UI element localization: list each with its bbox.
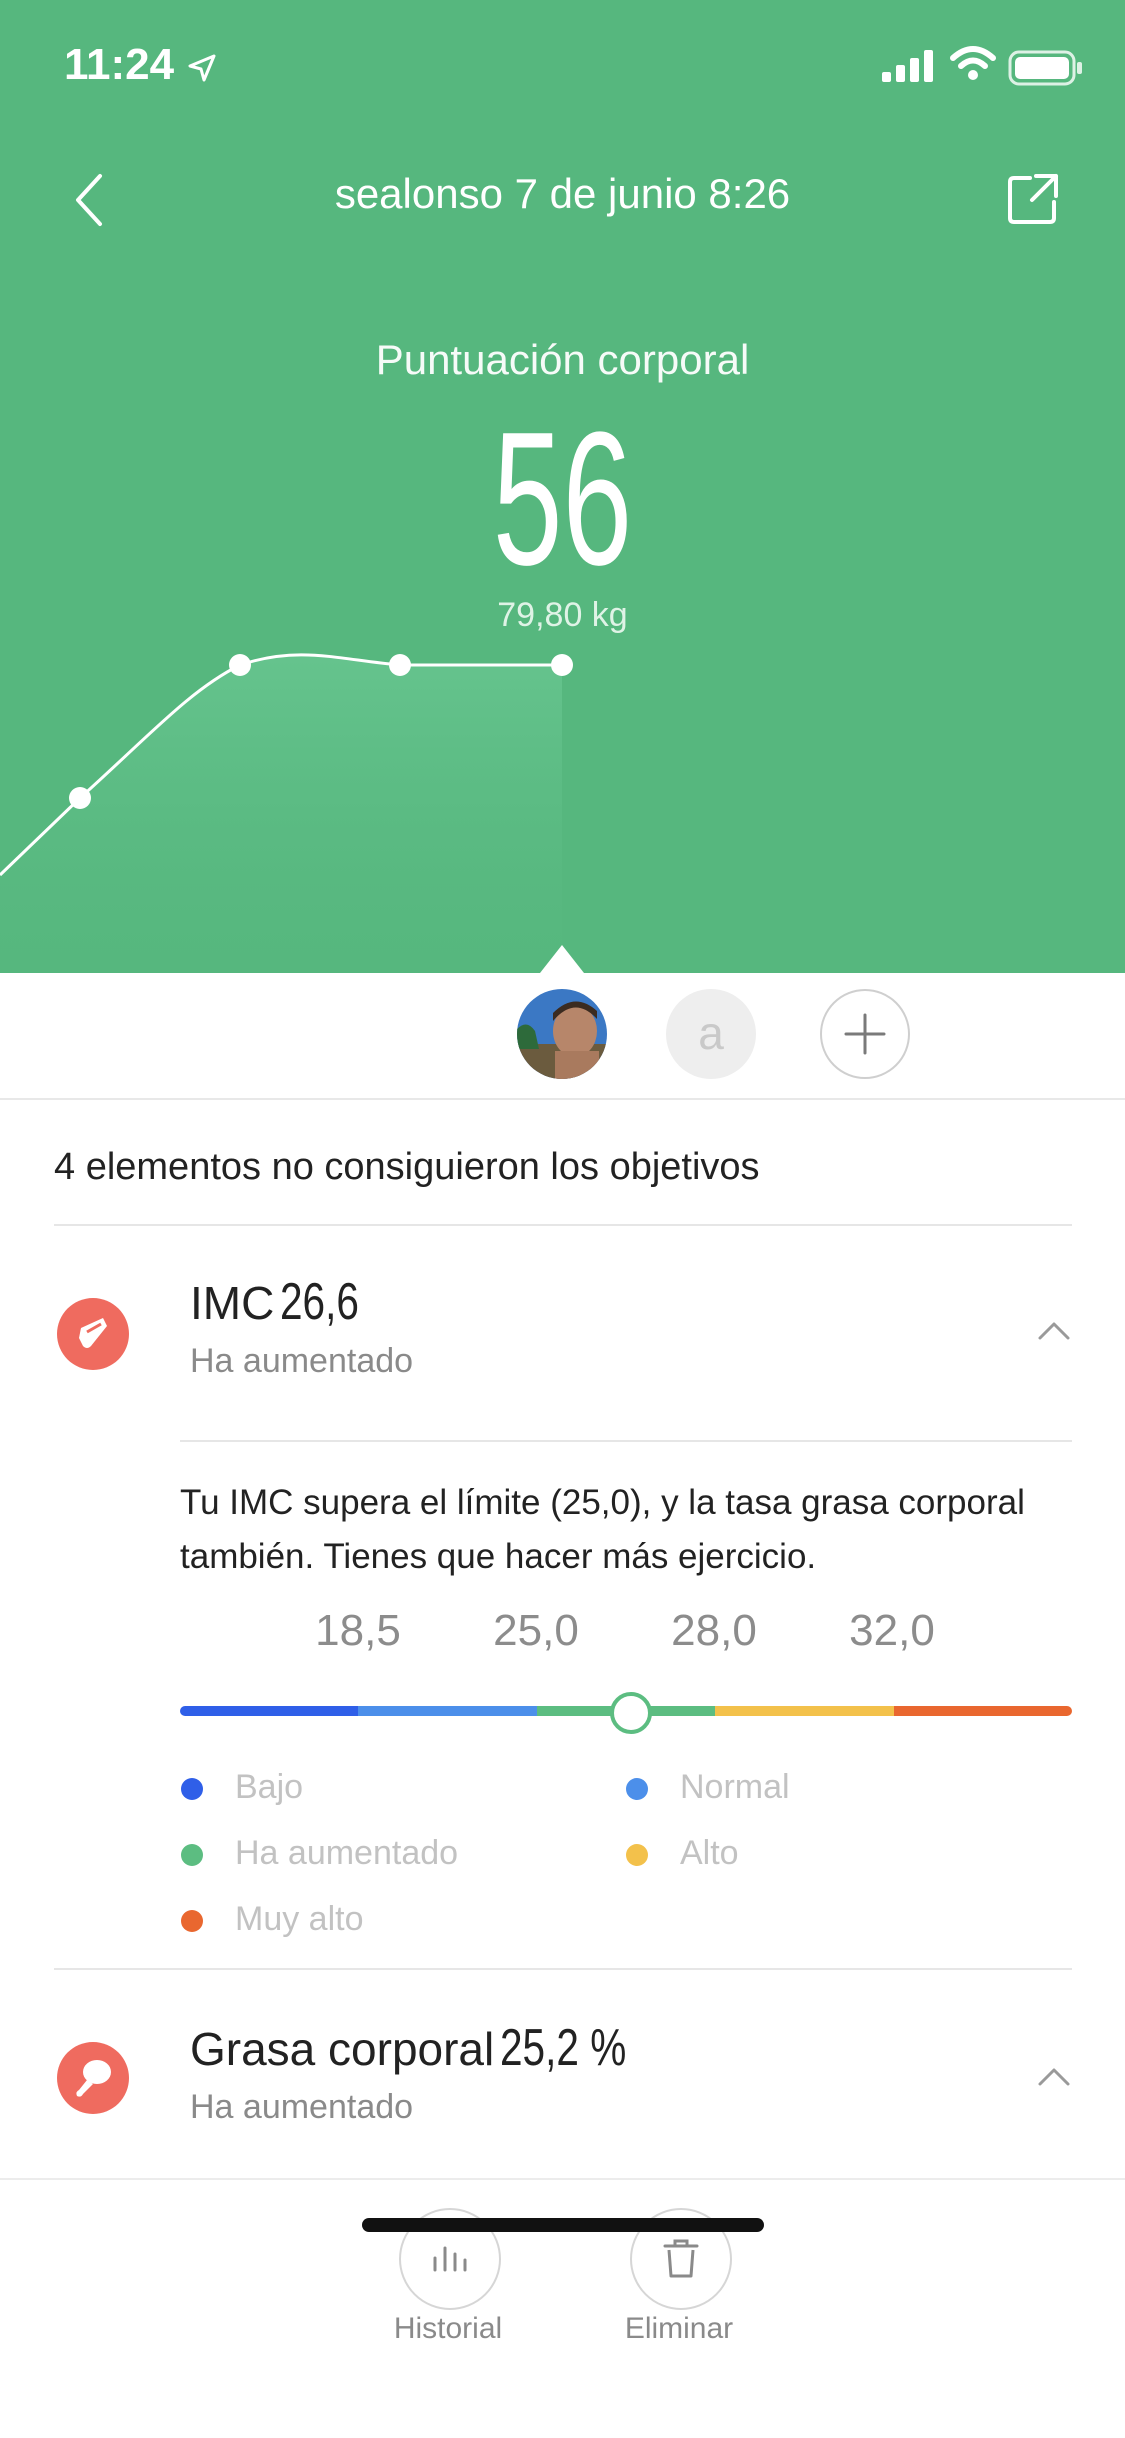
metric-value: 25,2 %	[500, 2019, 627, 2077]
user-photo-icon	[517, 989, 607, 1079]
divider	[180, 1440, 1072, 1442]
divider	[54, 1224, 1072, 1226]
chevron-up-icon[interactable]	[1034, 1318, 1074, 1344]
add-user-button[interactable]	[820, 989, 910, 1079]
delete-label: Eliminar	[624, 2312, 734, 2345]
location-arrow-icon	[188, 54, 216, 82]
scale-segment	[893, 1706, 1072, 1716]
metric-name: Grasa corporal	[190, 2023, 495, 2075]
legend-label: Bajo	[235, 1768, 304, 1806]
profile-selector: a	[0, 973, 1125, 1100]
home-indicator[interactable]	[362, 2218, 764, 2232]
bmi-drink-icon	[57, 1298, 129, 1370]
plus-icon	[844, 1013, 886, 1055]
bmi-scale-knob	[610, 1692, 652, 1734]
metric-title: IMC 26,6	[190, 1272, 382, 1332]
legend-dot	[181, 1910, 203, 1932]
legend-label: Muy alto	[235, 1900, 364, 1938]
trend-point	[229, 654, 251, 676]
metric-value: 26,6	[280, 1273, 360, 1331]
score-header: 11:24 sealonso 7 de junio 8:26 Puntuació…	[0, 0, 1125, 973]
metric-title: Grasa corporal 25,2 %	[190, 2018, 662, 2078]
trend-area	[0, 654, 562, 973]
bmi-description: Tu IMC supera el límite (25,0), y la tas…	[180, 1483, 1025, 1576]
profile-letter-avatar[interactable]: a	[666, 989, 756, 1079]
history-label: Historial	[393, 2312, 503, 2345]
legend-dot	[626, 1778, 648, 1800]
battery-icon	[1008, 50, 1082, 86]
metric-name: IMC	[190, 1277, 275, 1329]
scale-tick: 28,0	[671, 1606, 757, 1655]
legend-dot	[181, 1844, 203, 1866]
scale-tick: 25,0	[493, 1606, 579, 1655]
score-value: 56	[492, 393, 633, 605]
legend-dot	[181, 1778, 203, 1800]
legend-label: Alto	[680, 1834, 739, 1872]
status-bar: 11:24	[0, 0, 1125, 140]
scale-segment	[715, 1706, 894, 1716]
bottom-action-bar: Historial Eliminar	[0, 2178, 1125, 2438]
page-title: sealonso 7 de junio 8:26	[334, 170, 791, 217]
signal-icon	[882, 50, 933, 82]
trend-point	[69, 787, 91, 809]
scale-segment	[358, 1706, 537, 1716]
status-time: 11:24	[64, 40, 175, 89]
scale-tick: 32,0	[849, 1606, 935, 1655]
scale-segment	[180, 1706, 359, 1716]
weight-value: 79,80 kg	[497, 596, 628, 634]
drumstick-icon	[57, 2042, 129, 2114]
back-chevron-icon[interactable]	[66, 168, 114, 232]
scale-tick: 18,5	[315, 1606, 401, 1655]
avatar[interactable]	[517, 989, 607, 1079]
metric-status: Ha aumentado	[190, 2088, 414, 2126]
legend-label: Normal	[680, 1768, 790, 1806]
trend-point	[551, 654, 573, 676]
legend-label: Ha aumentado	[235, 1834, 459, 1872]
legend-dot	[626, 1844, 648, 1866]
trend-point	[389, 654, 411, 676]
goals-summary: 4 elementos no consiguieron los objetivo…	[54, 1146, 760, 1188]
metric-status: Ha aumentado	[190, 1342, 414, 1380]
chevron-up-icon[interactable]	[1034, 2064, 1074, 2090]
share-icon[interactable]	[1006, 170, 1062, 226]
divider	[54, 1968, 1072, 1970]
score-label: Puntuación corporal	[375, 336, 750, 383]
wifi-icon	[950, 46, 996, 80]
